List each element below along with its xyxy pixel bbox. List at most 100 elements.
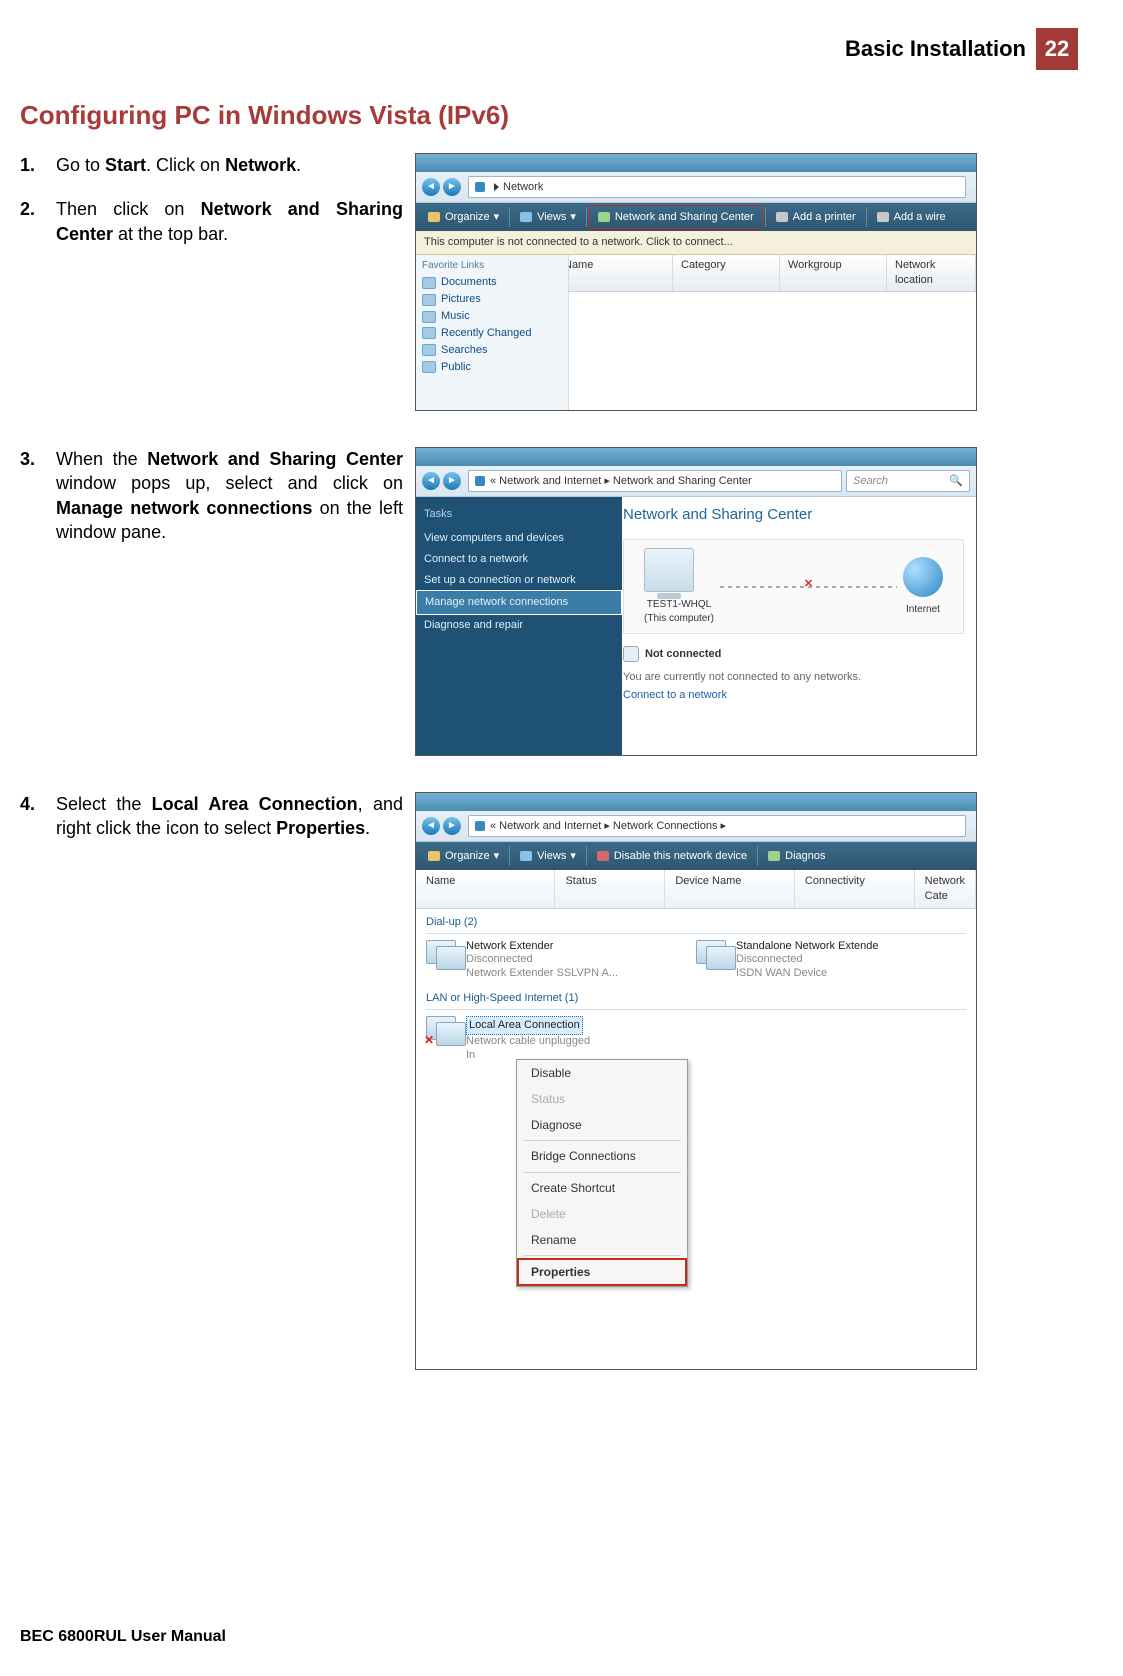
- conn-standalone-extender[interactable]: Standalone Network Extende Disconnected …: [696, 940, 966, 981]
- conn-local-area[interactable]: ✕ Local Area Connection Network cable un…: [426, 1016, 696, 1063]
- step-text: Then click on Network and Sharing Center…: [56, 197, 415, 246]
- screenshot-network-window: ◄ ► Network Organize▾ Views▾ Network and…: [415, 153, 977, 411]
- diagnose-button[interactable]: Diagnos: [760, 845, 833, 867]
- search-input[interactable]: Search🔍: [846, 470, 970, 492]
- context-menu: Disable Status Diagnose Bridge Connectio…: [516, 1059, 688, 1288]
- task-diagnose-repair[interactable]: Diagnose and repair: [424, 615, 614, 636]
- column-headers: Name Category Workgroup Network location: [556, 255, 976, 292]
- breadcrumb[interactable]: « Network and Internet ▸ Network Connect…: [468, 815, 966, 837]
- tasks-pane: Tasks View computers and devices Connect…: [416, 497, 622, 756]
- views-icon: [520, 212, 532, 222]
- nav-fwd-icon[interactable]: ►: [443, 472, 461, 490]
- menu-shortcut[interactable]: Create Shortcut: [517, 1175, 687, 1201]
- info-bar[interactable]: This computer is not connected to a netw…: [416, 231, 976, 255]
- task-view-computers[interactable]: View computers and devices: [424, 528, 614, 549]
- pc-sub: (This computer): [644, 612, 714, 626]
- col-device[interactable]: Device Name: [665, 870, 795, 908]
- printer-icon: [776, 212, 788, 222]
- menu-bridge[interactable]: Bridge Connections: [517, 1143, 687, 1169]
- step-num: 4.: [20, 792, 56, 816]
- col-workgroup[interactable]: Workgroup: [780, 255, 887, 291]
- connection-icon: [696, 940, 730, 970]
- connection-broken-icon: [720, 586, 897, 588]
- nav-back-icon[interactable]: ◄: [422, 472, 440, 490]
- organize-button[interactable]: Organize▾: [420, 206, 507, 228]
- fav-recently-changed[interactable]: Recently Changed: [422, 326, 562, 341]
- network-diagram: TEST1-WHQL (This computer) Internet: [623, 539, 964, 634]
- disable-icon: [597, 851, 609, 861]
- menu-diagnose[interactable]: Diagnose: [517, 1112, 687, 1138]
- screenshot-connections-window: ◄ ► « Network and Internet ▸ Network Con…: [415, 792, 977, 1370]
- col-connectivity[interactable]: Connectivity: [795, 870, 915, 908]
- network-icon: [475, 476, 485, 486]
- step-num: 3.: [20, 447, 56, 471]
- address-bar: ◄ ► Network: [416, 172, 976, 203]
- step-3: 3. When the Network and Sharing Center w…: [20, 447, 415, 544]
- col-name[interactable]: Name: [556, 255, 673, 291]
- page-header: Basic Installation 22: [20, 28, 1078, 70]
- fav-searches[interactable]: Searches: [422, 343, 562, 358]
- step-text: Select the Local Area Connection, and ri…: [56, 792, 415, 841]
- network-icon: [475, 821, 485, 831]
- task-connect-network[interactable]: Connect to a network: [424, 549, 614, 570]
- network-icon: [475, 182, 485, 192]
- conn-network-extender[interactable]: Network Extender Disconnected Network Ex…: [426, 940, 696, 981]
- section-title: Configuring PC in Windows Vista (IPv6): [20, 98, 1078, 133]
- menu-delete: Delete: [517, 1201, 687, 1227]
- breadcrumb-text: « Network and Internet ▸ Network Connect…: [490, 819, 726, 834]
- menu-rename[interactable]: Rename: [517, 1227, 687, 1253]
- step-1: 1. Go to Start. Click on Network.: [20, 153, 415, 177]
- views-button[interactable]: Views▾: [512, 845, 584, 867]
- not-connected-msg: You are currently not connected to any n…: [623, 670, 964, 685]
- breadcrumb[interactable]: « Network and Internet ▸ Network and Sha…: [468, 470, 842, 492]
- views-button[interactable]: Views▾: [512, 206, 584, 228]
- col-status[interactable]: Status: [555, 870, 665, 908]
- toolbar: Organize▾ Views▾ Network and Sharing Cen…: [416, 203, 976, 231]
- menu-disable[interactable]: Disable: [517, 1060, 687, 1086]
- network-sharing-center-button[interactable]: Network and Sharing Center: [589, 205, 763, 229]
- task-setup-connection[interactable]: Set up a connection or network: [424, 570, 614, 591]
- col-netcat[interactable]: Network Cate: [915, 870, 976, 908]
- nav-fwd-icon[interactable]: ►: [443, 178, 461, 196]
- connection-icon: [426, 940, 460, 970]
- col-name[interactable]: Name: [416, 870, 555, 908]
- computer-icon: [644, 548, 694, 592]
- organize-button[interactable]: Organize▾: [420, 845, 507, 867]
- disable-device-button[interactable]: Disable this network device: [589, 845, 755, 867]
- nav-fwd-icon[interactable]: ►: [443, 817, 461, 835]
- nav-back-icon[interactable]: ◄: [422, 178, 440, 196]
- col-netloc[interactable]: Network location: [887, 255, 976, 291]
- views-icon: [520, 851, 532, 861]
- col-category[interactable]: Category: [673, 255, 780, 291]
- add-wireless-button[interactable]: Add a wire: [869, 206, 954, 228]
- menu-properties[interactable]: Properties: [517, 1258, 687, 1286]
- step-num: 1.: [20, 153, 56, 177]
- error-icon: ✕: [424, 1032, 434, 1048]
- add-printer-button[interactable]: Add a printer: [768, 206, 864, 228]
- row-3: 4. Select the Local Area Connection, and…: [20, 792, 1078, 1370]
- fav-pictures[interactable]: Pictures: [422, 292, 562, 307]
- breadcrumb[interactable]: Network: [468, 176, 966, 198]
- step-num: 2.: [20, 197, 56, 221]
- toolbar: Organize▾ Views▾ Disable this network de…: [416, 842, 976, 870]
- not-connected: Not connected: [623, 646, 964, 662]
- task-manage-connections[interactable]: Manage network connections: [416, 590, 622, 615]
- fav-music[interactable]: Music: [422, 309, 562, 324]
- nav-back-icon[interactable]: ◄: [422, 817, 440, 835]
- row-1: 1. Go to Start. Click on Network. 2. The…: [20, 153, 1078, 411]
- row-2: 3. When the Network and Sharing Center w…: [20, 447, 1078, 756]
- chevron-right-icon: [494, 183, 499, 191]
- connection-icon: ✕: [426, 1016, 460, 1046]
- step-2: 2. Then click on Network and Sharing Cen…: [20, 197, 415, 246]
- menu-status: Status: [517, 1086, 687, 1112]
- fav-public[interactable]: Public: [422, 360, 562, 375]
- nsc-main: Network and Sharing Center TEST1-WHQL (T…: [611, 497, 976, 711]
- address-bar: ◄ ► « Network and Internet ▸ Network and…: [416, 466, 976, 497]
- footer: BEC 6800RUL User Manual: [20, 1626, 226, 1648]
- fav-documents[interactable]: Documents: [422, 275, 562, 290]
- group-lan: LAN or High-Speed Internet (1): [416, 985, 976, 1012]
- connect-link[interactable]: Connect to a network: [623, 688, 964, 703]
- pc-label: TEST1-WHQL: [644, 598, 714, 612]
- tasks-title: Tasks: [424, 507, 614, 522]
- search-icon: 🔍: [949, 474, 963, 489]
